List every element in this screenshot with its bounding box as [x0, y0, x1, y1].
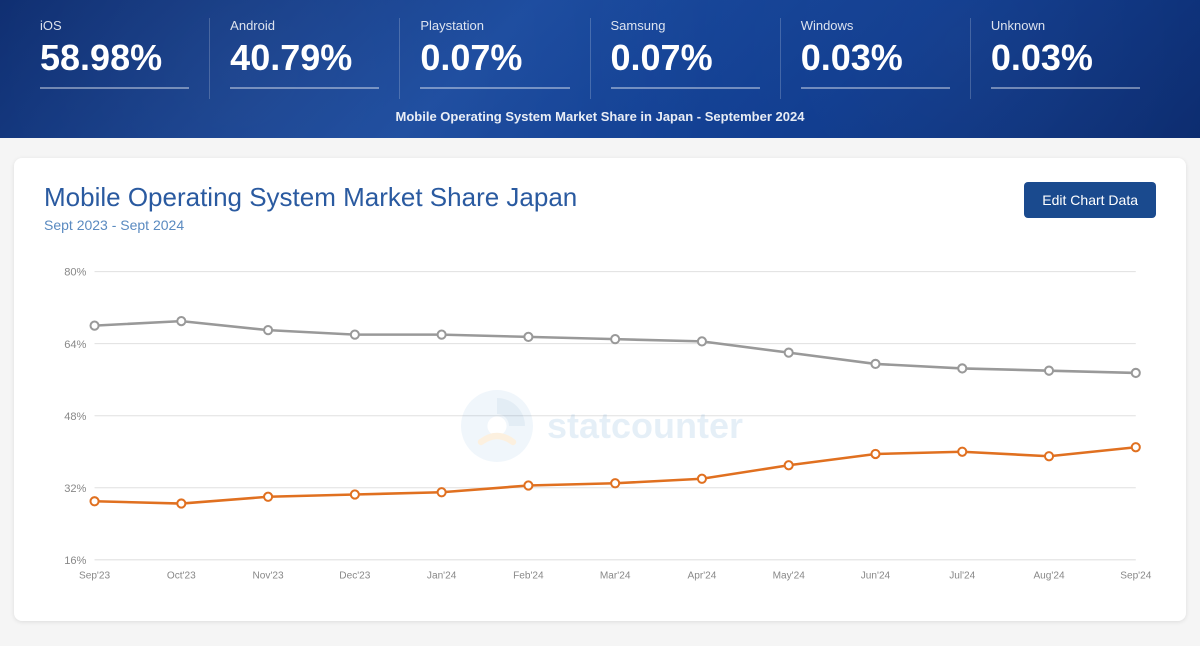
- svg-text:Dec'23: Dec'23: [339, 570, 370, 581]
- chart-title-block: Mobile Operating System Market Share Jap…: [44, 182, 577, 233]
- stat-label: Android: [230, 18, 379, 33]
- svg-text:Apr'24: Apr'24: [687, 570, 716, 581]
- stat-label: Windows: [801, 18, 950, 33]
- stat-item-samsung: Samsung 0.07%: [591, 18, 781, 99]
- chart-subtitle: Sept 2023 - Sept 2024: [44, 217, 577, 233]
- stats-row: iOS 58.98% Android 40.79% Playstation 0.…: [40, 18, 1160, 99]
- svg-text:80%: 80%: [64, 267, 86, 279]
- svg-text:64%: 64%: [64, 339, 86, 351]
- stat-label: iOS: [40, 18, 189, 33]
- stat-item-ios: iOS 58.98%: [40, 18, 210, 99]
- chart-title: Mobile Operating System Market Share Jap…: [44, 182, 577, 213]
- chart-header: Mobile Operating System Market Share Jap…: [44, 182, 1156, 233]
- svg-text:May'24: May'24: [773, 570, 806, 581]
- stat-value: 0.07%: [611, 37, 760, 89]
- svg-text:Jan'24: Jan'24: [427, 570, 457, 581]
- svg-text:16%: 16%: [64, 555, 86, 567]
- stat-item-android: Android 40.79%: [210, 18, 400, 99]
- header-banner: iOS 58.98% Android 40.79% Playstation 0.…: [0, 0, 1200, 138]
- svg-text:Feb'24: Feb'24: [513, 570, 544, 581]
- svg-text:48%: 48%: [64, 411, 86, 423]
- stat-label: Samsung: [611, 18, 760, 33]
- chart-section: Mobile Operating System Market Share Jap…: [14, 158, 1186, 621]
- svg-text:Nov'23: Nov'23: [253, 570, 284, 581]
- svg-text:Sep'24: Sep'24: [1120, 570, 1151, 581]
- svg-text:Jul'24: Jul'24: [949, 570, 975, 581]
- stat-value: 58.98%: [40, 37, 189, 89]
- edit-chart-button[interactable]: Edit Chart Data: [1024, 182, 1156, 218]
- stat-value: 0.03%: [801, 37, 950, 89]
- svg-text:Sep'23: Sep'23: [79, 570, 110, 581]
- svg-text:Jun'24: Jun'24: [861, 570, 891, 581]
- chart-area: statcounter 16%32%48%64%80%Sep'23Oct'23N…: [44, 251, 1156, 601]
- stat-value: 40.79%: [230, 37, 379, 89]
- svg-text:Aug'24: Aug'24: [1033, 570, 1064, 581]
- stat-label: Unknown: [991, 18, 1140, 33]
- svg-text:Oct'23: Oct'23: [167, 570, 196, 581]
- stat-item-unknown: Unknown 0.03%: [971, 18, 1160, 99]
- header-subtitle: Mobile Operating System Market Share in …: [40, 109, 1160, 124]
- stat-value: 0.03%: [991, 37, 1140, 89]
- stat-item-windows: Windows 0.03%: [781, 18, 971, 99]
- svg-text:32%: 32%: [64, 483, 86, 495]
- stat-value: 0.07%: [420, 37, 569, 89]
- stat-item-playstation: Playstation 0.07%: [400, 18, 590, 99]
- stat-label: Playstation: [420, 18, 569, 33]
- svg-text:Mar'24: Mar'24: [600, 570, 631, 581]
